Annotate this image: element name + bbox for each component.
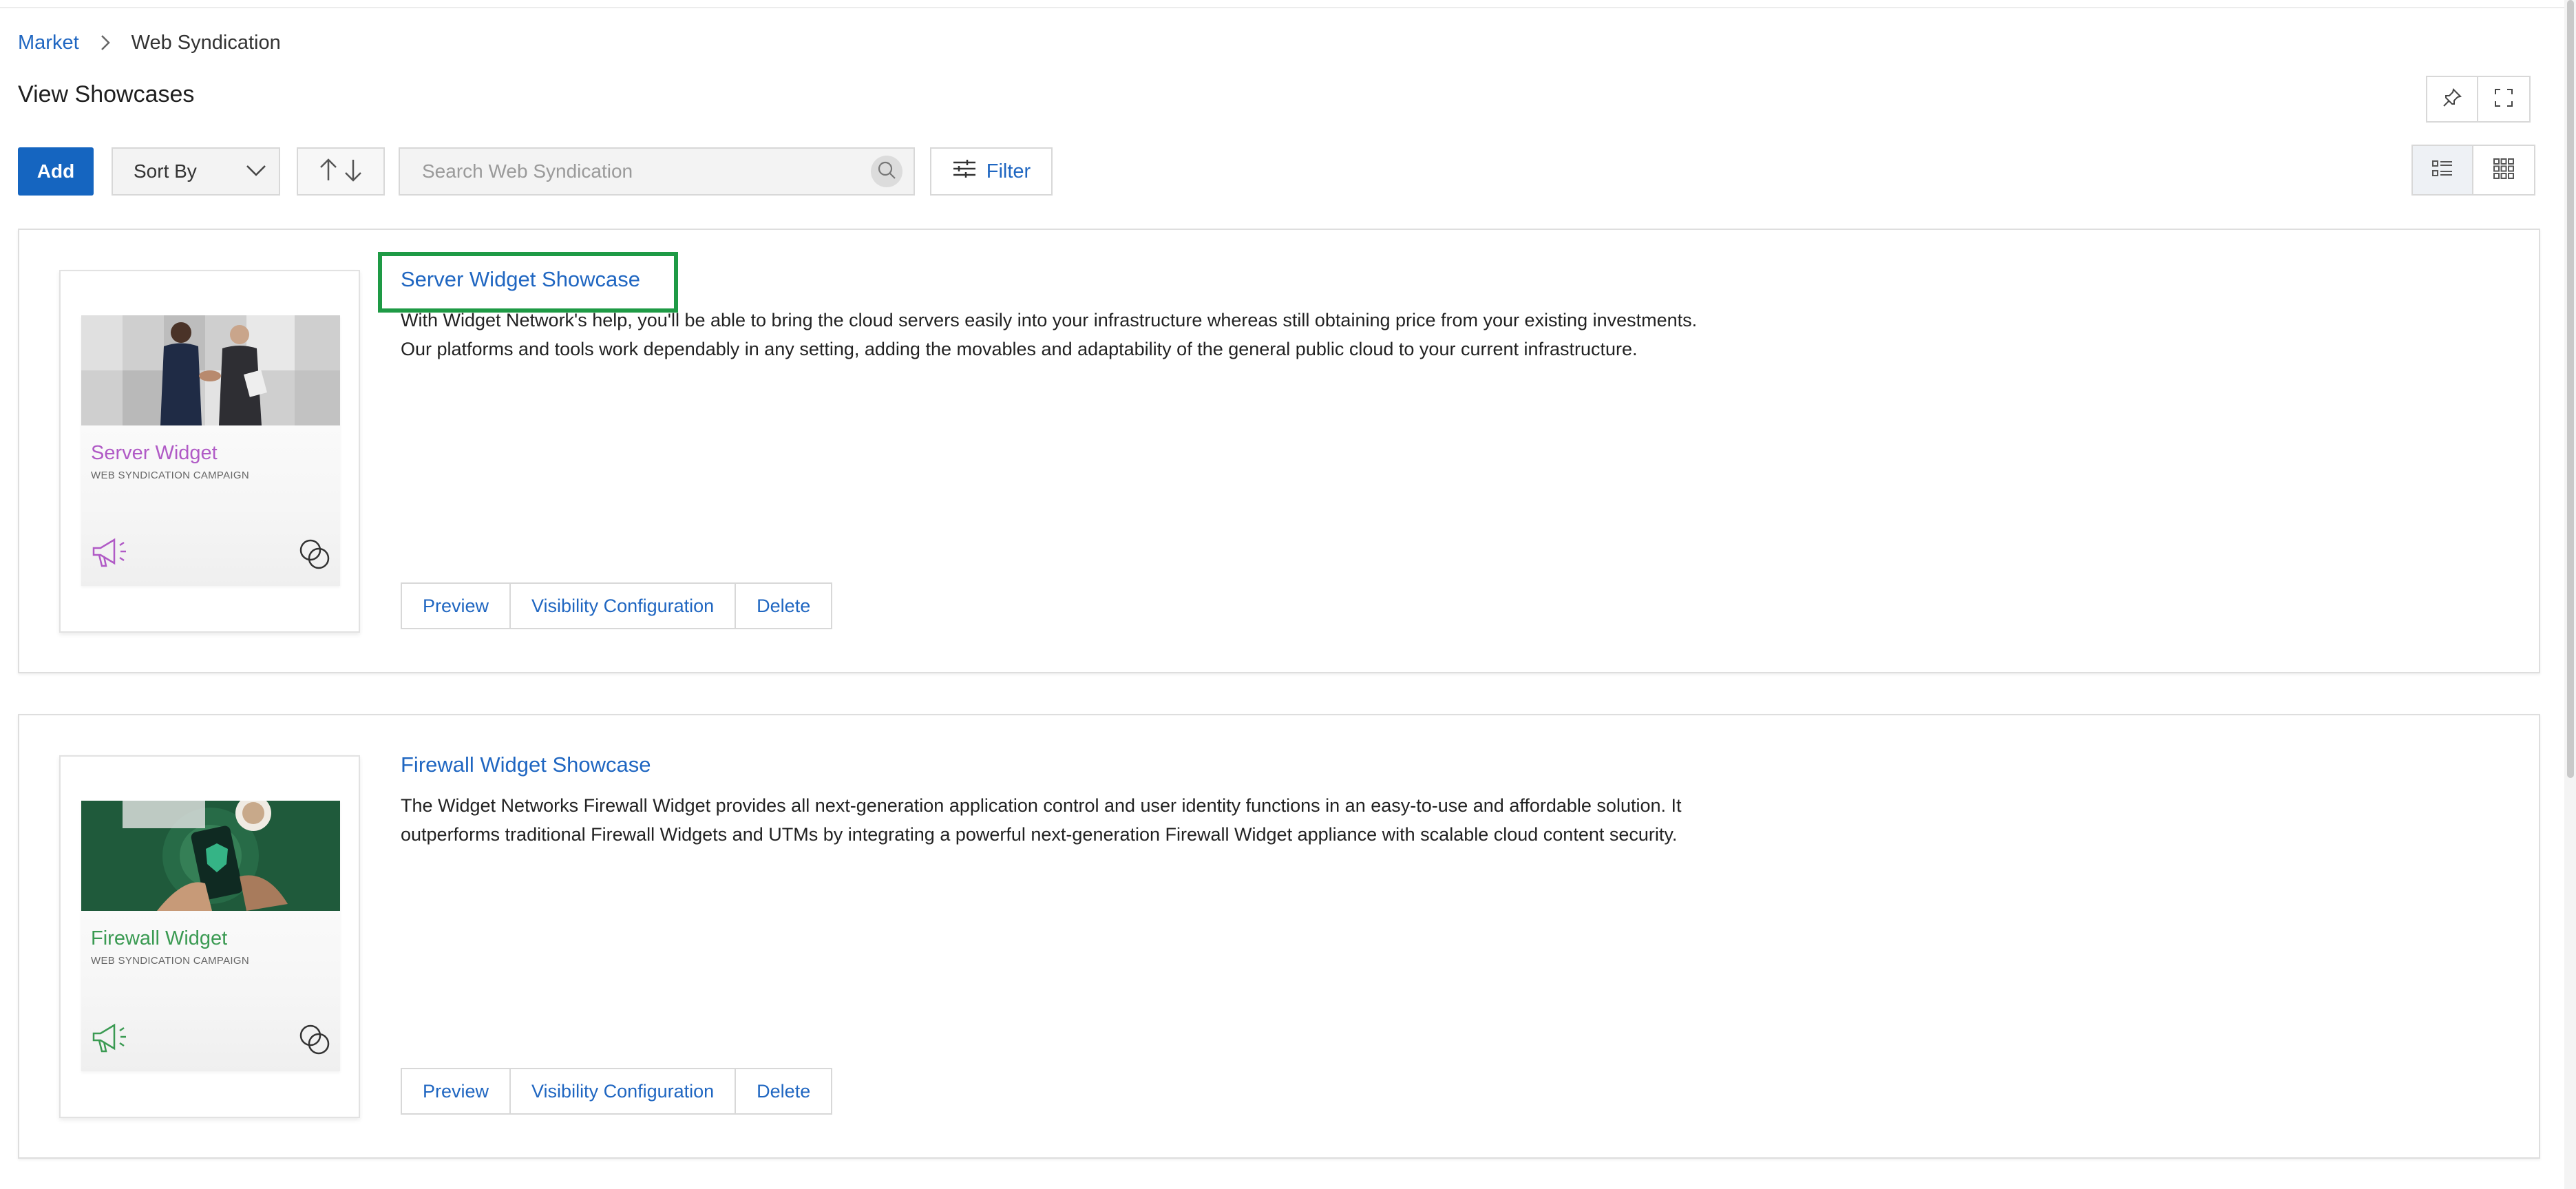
showcase-card: Server Widget WEB SYNDICATION CAMPAIGN S… — [18, 229, 2540, 673]
preview-button[interactable]: Preview — [401, 582, 511, 629]
pin-icon — [2442, 87, 2462, 112]
chevron-right-icon — [100, 34, 111, 52]
delete-button[interactable]: Delete — [736, 1068, 833, 1115]
thumbnail-title: Server Widget — [91, 442, 218, 464]
add-button[interactable]: Add — [18, 147, 94, 196]
showcase-actions: Preview Visibility Configuration Delete — [401, 582, 833, 629]
showcase-description: With Widget Network's help, you'll be ab… — [401, 310, 1698, 359]
thumbnail-tile: Firewall Widget WEB SYNDICATION CAMPAIGN — [81, 801, 340, 1071]
megaphone-icon — [89, 536, 131, 574]
fullscreen-icon — [2493, 87, 2514, 112]
list-view-icon — [2431, 159, 2453, 182]
arrow-up-icon — [318, 158, 339, 186]
filter-label: Filter — [986, 160, 1031, 182]
search-button[interactable] — [871, 156, 902, 187]
top-divider — [0, 0, 2564, 8]
link-rings-icon — [296, 536, 333, 576]
visibility-configuration-button[interactable]: Visibility Configuration — [511, 1068, 737, 1115]
search-input[interactable] — [421, 160, 871, 183]
fullscreen-button[interactable] — [2478, 76, 2531, 123]
arrow-down-icon — [343, 158, 363, 186]
business-handshake-image — [81, 315, 340, 425]
view-toggle — [2411, 145, 2535, 196]
link-rings-icon — [296, 1021, 333, 1062]
showcase-title-link[interactable]: Server Widget Showcase — [401, 267, 640, 292]
page-title: View Showcases — [18, 81, 195, 107]
visibility-configuration-button[interactable]: Visibility Configuration — [511, 582, 737, 629]
sort-direction-button[interactable] — [297, 147, 385, 196]
toolbar: Add Sort By Filter — [18, 147, 1053, 196]
thumbnail-subtitle: WEB SYNDICATION CAMPAIGN — [91, 955, 249, 967]
showcase-thumbnail[interactable]: Firewall Widget WEB SYNDICATION CAMPAIGN — [59, 755, 360, 1118]
search-icon — [876, 160, 897, 184]
list-view-button[interactable] — [2411, 145, 2473, 196]
filter-sliders-icon — [952, 158, 977, 185]
delete-button[interactable]: Delete — [736, 582, 833, 629]
chevron-down-icon — [246, 160, 266, 182]
showcase-actions: Preview Visibility Configuration Delete — [401, 1068, 833, 1115]
breadcrumb: Market Web Syndication — [18, 29, 281, 56]
thumbnail-title: Firewall Widget — [91, 927, 228, 949]
thumbnail-tile: Server Widget WEB SYNDICATION CAMPAIGN — [81, 315, 340, 586]
showcase-description: The Widget Networks Firewall Widget prov… — [401, 795, 1682, 845]
breadcrumb-market-link[interactable]: Market — [18, 32, 79, 54]
grid-view-button[interactable] — [2473, 145, 2535, 196]
scrollbar-thumb[interactable] — [2567, 0, 2574, 778]
breadcrumb-current: Web Syndication — [131, 31, 281, 54]
phone-security-image — [81, 801, 340, 911]
showcase-thumbnail[interactable]: Server Widget WEB SYNDICATION CAMPAIGN — [59, 270, 360, 633]
showcase-card: Firewall Widget WEB SYNDICATION CAMPAIGN… — [18, 714, 2540, 1159]
scrollbar[interactable] — [2564, 0, 2576, 1189]
pin-button[interactable] — [2426, 76, 2478, 123]
megaphone-icon — [89, 1021, 131, 1059]
showcase-title-link[interactable]: Firewall Widget Showcase — [401, 753, 651, 777]
sort-by-label: Sort By — [134, 160, 197, 182]
thumbnail-subtitle: WEB SYNDICATION CAMPAIGN — [91, 470, 249, 481]
sort-by-select[interactable]: Sort By — [112, 147, 280, 196]
search-box — [399, 147, 915, 196]
grid-view-icon — [2493, 158, 2515, 183]
filter-button[interactable]: Filter — [930, 147, 1053, 196]
preview-button[interactable]: Preview — [401, 1068, 511, 1115]
page-actions — [2426, 76, 2531, 123]
